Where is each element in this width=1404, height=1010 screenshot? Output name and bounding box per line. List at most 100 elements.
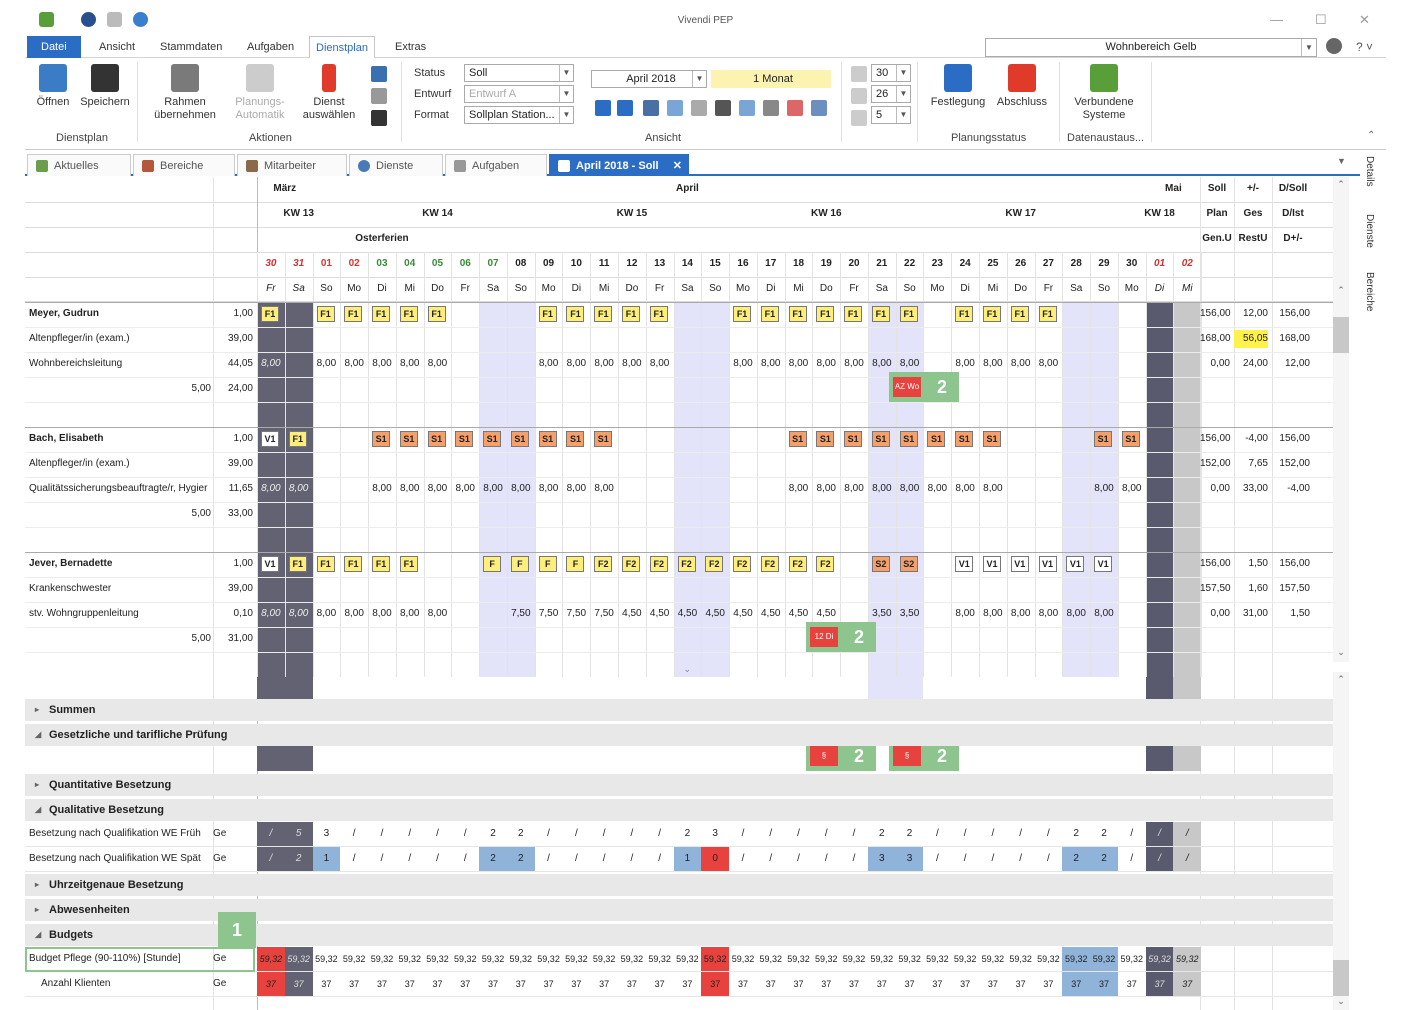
speichern-button[interactable]: Speichern [79, 64, 131, 109]
shift-badge[interactable]: F1 [261, 306, 279, 322]
view-icon[interactable] [691, 100, 707, 116]
expand-icon[interactable]: ◢ [35, 724, 41, 746]
shift-badge[interactable]: V1 [955, 556, 974, 572]
rows-select[interactable]: 26 ▼ [871, 85, 911, 103]
shift-badge[interactable]: F [483, 556, 502, 572]
sum-icon[interactable] [643, 100, 659, 116]
tab-dienstplan[interactable]: Dienstplan [309, 36, 375, 58]
shift-badge[interactable]: F1 [594, 306, 613, 322]
shift-badge[interactable]: S1 [788, 431, 807, 447]
shift-badge[interactable]: F1 [427, 306, 446, 322]
shift-badge[interactable]: F1 [649, 306, 668, 322]
prev-arrow-icon[interactable] [595, 100, 611, 116]
expand-icon[interactable]: ▸ [35, 774, 39, 796]
shift-badge[interactable]: V1 [1094, 556, 1113, 572]
doctab-april-2018-soll[interactable]: April 2018 - Soll ✕ [549, 154, 689, 176]
shift-badge[interactable]: F2 [649, 556, 668, 572]
expand-icon[interactable]: ◢ [35, 799, 41, 821]
shift-badge[interactable]: S1 [844, 431, 863, 447]
side-tab-dienste[interactable]: Dienste [1364, 214, 1375, 248]
scroll-up-icon[interactable]: ⌃ [1333, 179, 1349, 190]
shift-badge[interactable]: S1 [1094, 431, 1113, 447]
shift-badge[interactable]: F1 [399, 306, 418, 322]
scroll-down-icon[interactable]: ⌄ [1333, 647, 1349, 658]
shift-badge[interactable]: F2 [677, 556, 696, 572]
shift-badge[interactable]: F2 [594, 556, 613, 572]
shift-badge[interactable]: S2 [899, 556, 918, 572]
red-flag-cell[interactable]: § [893, 746, 921, 766]
section-uhr[interactable]: ▸ Uhrzeitgenaue Besetzung [25, 874, 1333, 896]
shift-badge[interactable]: F1 [788, 306, 807, 322]
arrow-swap-icon[interactable] [371, 66, 387, 82]
shift-badge[interactable]: F1 [316, 556, 335, 572]
shift-badge[interactable]: F1 [844, 306, 863, 322]
section-summen[interactable]: ▸ Summen [25, 699, 1333, 721]
shift-badge[interactable]: V1 [261, 431, 279, 447]
shift-badge[interactable]: S1 [927, 431, 946, 447]
calendar-icon[interactable] [739, 100, 755, 116]
doctab-mitarbeiter[interactable]: Mitarbeiter [237, 154, 347, 176]
entwurf-select[interactable]: Entwurf A ▼ [464, 85, 574, 103]
shift-badge[interactable]: F1 [538, 306, 557, 322]
shift-badge[interactable]: V1 [1066, 556, 1085, 572]
shift-badge[interactable]: S1 [1121, 431, 1140, 447]
expand-icon[interactable]: ▸ [35, 874, 39, 896]
lower-scrollbar[interactable]: ⌃ ⌄ [1333, 672, 1349, 1010]
section-quant[interactable]: ▸ Quantitative Besetzung [25, 774, 1333, 796]
tab-aufgaben[interactable]: Aufgaben [241, 36, 300, 58]
shift-badge[interactable]: F1 [316, 306, 335, 322]
shift-badge[interactable]: S1 [483, 431, 502, 447]
shift-badge[interactable]: F2 [733, 556, 752, 572]
shift-badge[interactable]: F2 [760, 556, 779, 572]
shift-badge[interactable]: F1 [566, 306, 585, 322]
shift-badge[interactable]: V1 [983, 556, 1002, 572]
doctab-dienste[interactable]: Dienste [349, 154, 443, 176]
shift-badge[interactable]: F [538, 556, 557, 572]
shift-badge[interactable]: S1 [538, 431, 557, 447]
festlegung-button[interactable]: Festlegung [925, 64, 991, 109]
status-select[interactable]: Soll ▼ [464, 64, 574, 82]
shift-badge[interactable]: F1 [983, 306, 1002, 322]
shift-badge[interactable]: F2 [705, 556, 724, 572]
help-icon[interactable]: ? ˅ [1356, 40, 1373, 54]
scroll-up-icon[interactable]: ⌃ [1333, 674, 1349, 685]
expand-chevron-icon[interactable]: ⌄ [684, 664, 692, 675]
shift-badge[interactable]: S1 [983, 431, 1002, 447]
shift-badge[interactable]: F1 [816, 306, 835, 322]
side-tab-details[interactable]: Details [1364, 156, 1375, 187]
tab-stammdaten[interactable]: Stammdaten [154, 36, 228, 58]
expand-icon[interactable]: ▸ [35, 699, 39, 721]
shift-badge[interactable]: S1 [399, 431, 418, 447]
shift-badge[interactable]: S1 [594, 431, 613, 447]
phone-icon[interactable] [715, 100, 731, 116]
shift-badge[interactable]: F1 [372, 556, 391, 572]
section-qual[interactable]: ◢ Qualitative Besetzung [25, 799, 1333, 821]
abc-settings-icon[interactable] [1326, 38, 1342, 54]
shift-badge[interactable]: S1 [372, 431, 391, 447]
pin-icon[interactable] [667, 100, 683, 116]
dienst-button[interactable]: Dienst auswählen [293, 64, 365, 122]
shift-badge[interactable]: F1 [288, 556, 307, 572]
shift-badge[interactable]: F1 [733, 306, 752, 322]
shift-badge[interactable]: F [510, 556, 529, 572]
tab-list-icon[interactable]: ▼ [1337, 156, 1346, 166]
maximize-icon[interactable]: ☐ [1315, 12, 1327, 28]
shift-badge[interactable]: S2 [871, 556, 890, 572]
shift-badge[interactable]: F1 [955, 306, 974, 322]
shift-badge[interactable]: S1 [510, 431, 529, 447]
format-select[interactable]: Sollplan Station... ▼ [464, 106, 574, 124]
person-settings-icon[interactable] [371, 110, 387, 126]
height-select[interactable]: 5 ▼ [871, 106, 911, 124]
shift-badge[interactable]: V1 [1010, 556, 1029, 572]
scope-select[interactable]: Wohnbereich Gelb ▼ [985, 38, 1317, 57]
scroll-up-icon[interactable]: ⌃ [1333, 285, 1349, 296]
shift-badge[interactable]: F1 [899, 306, 918, 322]
shift-badge[interactable]: F2 [622, 556, 640, 572]
collapse-ribbon-icon[interactable]: ⌃ [1367, 130, 1375, 141]
shift-badge[interactable]: S1 [455, 431, 474, 447]
range-select[interactable]: 1 Monat [711, 70, 831, 88]
shift-badge[interactable]: S1 [955, 431, 974, 447]
shift-badge[interactable]: F1 [1010, 306, 1029, 322]
tab-ansicht[interactable]: Ansicht [93, 36, 141, 58]
abschluss-button[interactable]: Abschluss [993, 64, 1051, 109]
